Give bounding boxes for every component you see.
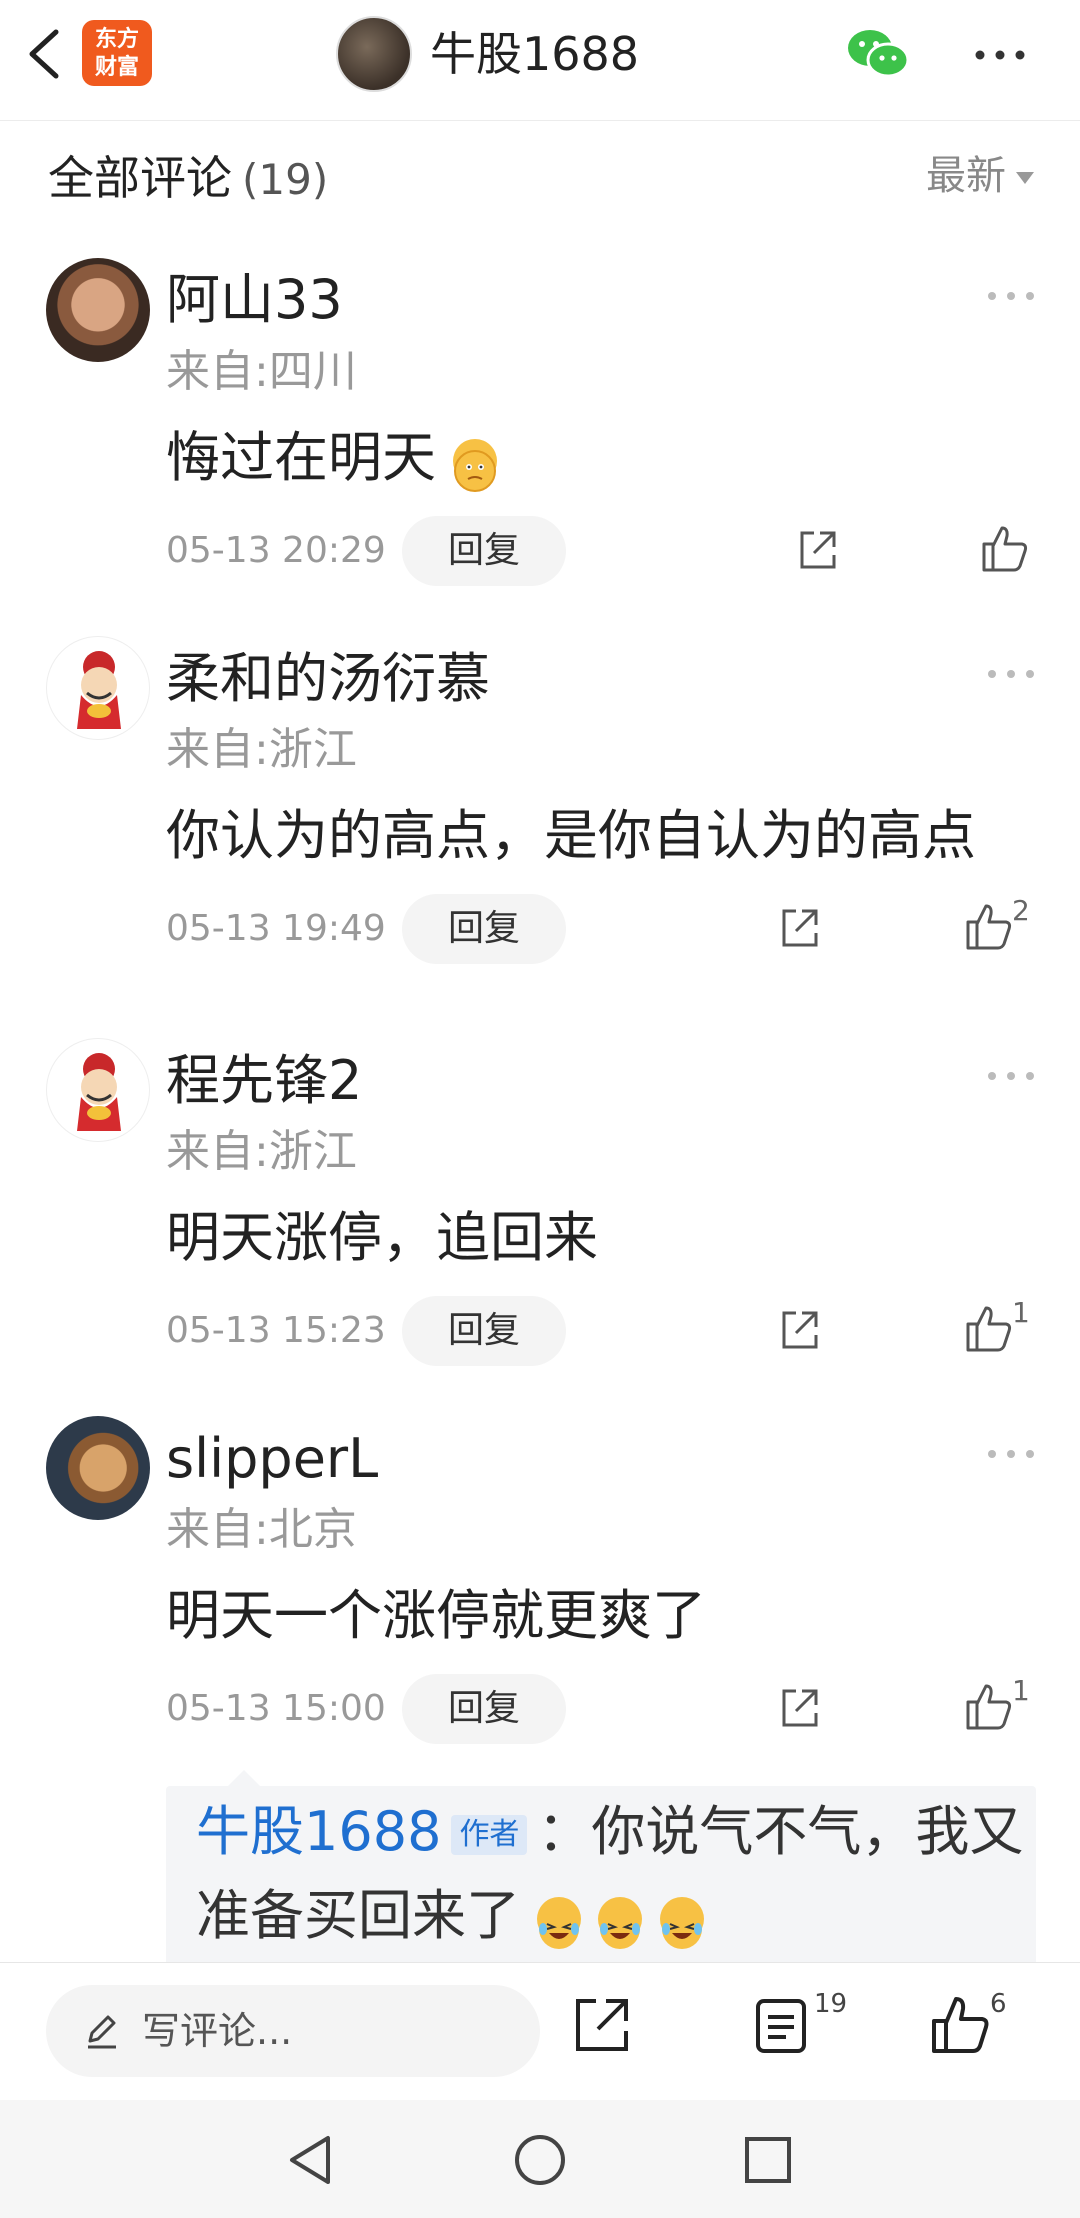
comment-time: 05-13 15:00 — [166, 1688, 386, 1729]
comment-text: 明天一个涨停就更爽了 — [166, 1584, 706, 1647]
sort-dropdown[interactable]: 最新 — [926, 148, 1034, 204]
thumbs-up-icon[interactable] — [980, 524, 1030, 574]
comment-more-icon[interactable] — [986, 1066, 1036, 1086]
comment-username[interactable]: 程先锋2 — [166, 1046, 362, 1116]
author-name[interactable]: 牛股1688 — [430, 24, 639, 84]
app-logo[interactable]: 东方 财富 — [82, 20, 152, 86]
comment-time: 05-13 20:29 — [166, 530, 386, 571]
comment-location: 来自:北京 — [166, 1504, 357, 1555]
logo-text-line1: 东方 — [94, 27, 139, 52]
author-avatar[interactable] — [336, 16, 412, 92]
comment-more-icon[interactable] — [986, 1444, 1036, 1464]
like-count: 1 — [1012, 1674, 1030, 1707]
wechat-share-icon[interactable] — [846, 26, 910, 82]
thumbs-up-icon[interactable] — [964, 902, 1014, 952]
nav-back-icon[interactable] — [280, 2128, 344, 2192]
reply-line-1: 牛股1688 作者 ：你说气不气，我又 — [196, 1796, 1023, 1868]
comments-title: 全部评论 — [48, 151, 232, 205]
thumbs-up-icon[interactable] — [964, 1304, 1014, 1354]
comment-time: 05-13 15:23 — [166, 1310, 386, 1351]
pen-icon — [82, 2011, 122, 2051]
share-icon[interactable] — [570, 1993, 634, 2057]
share-icon[interactable] — [776, 1307, 824, 1355]
comment-username[interactable]: slipperL — [166, 1424, 378, 1494]
reply-pointer — [228, 1770, 260, 1786]
nav-home-icon[interactable] — [508, 2128, 572, 2192]
laughing-emoji-icon — [598, 1897, 643, 1950]
avatar[interactable] — [46, 636, 150, 740]
sort-label: 最新 — [926, 153, 1006, 199]
comment-text-content: 悔过在明天 — [166, 426, 436, 489]
thumbs-up-icon[interactable] — [964, 1682, 1014, 1732]
thumbs-up-icon[interactable] — [928, 1993, 992, 2057]
reply-button[interactable]: 回复 — [402, 1296, 566, 1366]
comment-username[interactable]: 阿山33 — [166, 265, 343, 335]
laughing-emoji-icon — [659, 1897, 704, 1950]
avatar[interactable] — [46, 1038, 150, 1142]
like-total-count: 6 — [990, 1989, 1007, 2019]
back-icon[interactable] — [18, 24, 78, 84]
reply-text-2: 准备买回来了 — [196, 1884, 520, 1947]
chevron-down-icon — [1016, 172, 1034, 184]
comment-more-icon[interactable] — [986, 664, 1036, 684]
comment-text: 你认为的高点，是你自认为的高点 — [166, 804, 976, 867]
share-icon[interactable] — [776, 1685, 824, 1733]
top-app-bar: 东方 财富 牛股1688 — [0, 0, 1080, 121]
comment-placeholder: 写评论... — [142, 2009, 293, 2053]
logo-text-line2: 财富 — [94, 55, 139, 80]
comments-count: (19) — [242, 155, 329, 204]
comment-time: 05-13 19:49 — [166, 908, 386, 949]
like-count: 1 — [1012, 1296, 1030, 1329]
write-comment-input[interactable]: 写评论... — [46, 1985, 540, 2077]
reply-button[interactable]: 回复 — [402, 516, 566, 586]
comment-text: 明天涨停，追回来 — [166, 1206, 598, 1269]
share-icon[interactable] — [776, 905, 824, 953]
nav-recents-icon[interactable] — [736, 2128, 800, 2192]
avatar[interactable] — [46, 258, 150, 362]
like-count: 2 — [1012, 894, 1030, 927]
reply-button[interactable]: 回复 — [402, 1674, 566, 1744]
author-badge: 作者 — [451, 1815, 528, 1856]
reply-line-2: 准备买回来了 — [196, 1880, 704, 1952]
comment-total-count: 19 — [814, 1989, 848, 2019]
comment-location: 来自:四川 — [166, 346, 357, 397]
share-icon[interactable] — [794, 527, 842, 575]
comment-text: 悔过在明天 — [166, 422, 498, 494]
comment-more-icon[interactable] — [986, 286, 1036, 306]
system-navigation-bar — [0, 2100, 1080, 2218]
reply-text-1: ：你说气不气，我又 — [537, 1800, 1024, 1863]
laughing-emoji-icon — [537, 1897, 582, 1950]
comment-location: 来自:浙江 — [166, 724, 357, 775]
thinking-emoji-icon — [453, 439, 498, 493]
bottom-action-bar: 写评论... 19 6 — [0, 1962, 1080, 2101]
comments-section-title: 全部评论 (19) — [48, 148, 328, 210]
avatar[interactable] — [46, 1416, 150, 1520]
reply-button[interactable]: 回复 — [402, 894, 566, 964]
more-icon[interactable] — [970, 30, 1030, 80]
comment-location: 来自:浙江 — [166, 1126, 357, 1177]
comment-list-icon[interactable] — [750, 1993, 814, 2057]
reply-author-name[interactable]: 牛股1688 — [196, 1800, 441, 1863]
comment-username[interactable]: 柔和的汤衍慕 — [166, 644, 490, 714]
